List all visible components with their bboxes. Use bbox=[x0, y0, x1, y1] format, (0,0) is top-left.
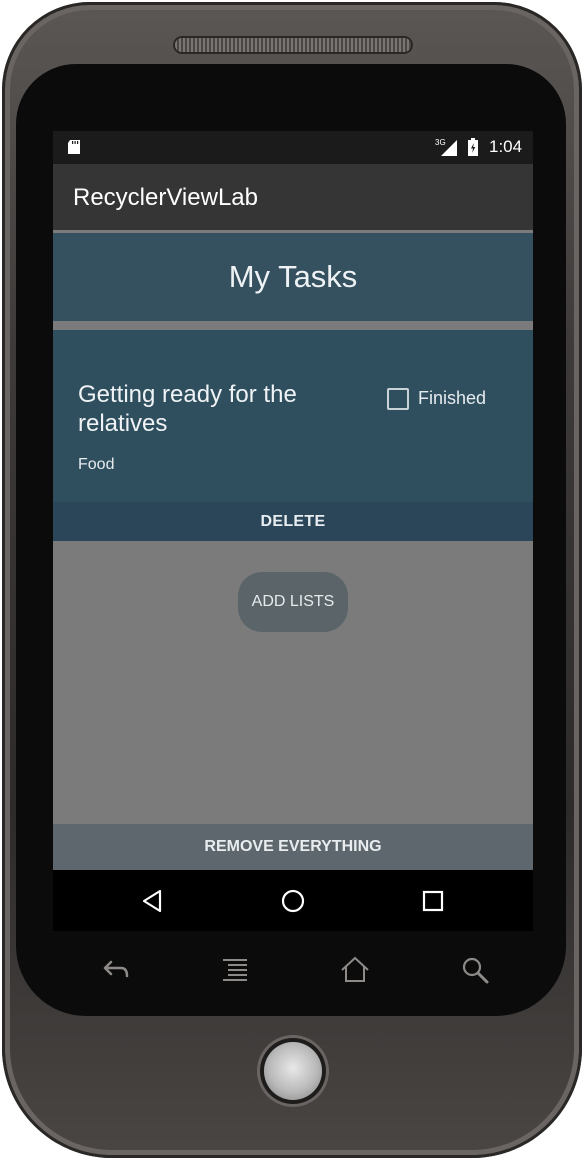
delete-button[interactable]: DELETE bbox=[53, 502, 533, 541]
menu-icon[interactable] bbox=[215, 950, 255, 990]
hardware-home-button[interactable] bbox=[264, 1042, 322, 1100]
recents-square-icon[interactable] bbox=[416, 884, 450, 918]
task-title: Getting ready for the relatives bbox=[78, 381, 297, 437]
sd-card-icon bbox=[68, 140, 80, 154]
finished-label: Finished bbox=[418, 388, 487, 408]
remove-everything-button[interactable]: REMOVE EVERYTHING bbox=[53, 824, 533, 870]
app-title: RecyclerViewLab bbox=[73, 184, 258, 211]
hardware-keys bbox=[55, 942, 535, 997]
navigation-bar bbox=[53, 870, 533, 931]
device-screen: 3G 1:04 RecyclerViewLab My Tasks Getting… bbox=[53, 131, 533, 931]
status-bar: 3G 1:04 bbox=[53, 131, 533, 164]
status-clock: 1:04 bbox=[489, 137, 523, 156]
action-bar: RecyclerViewLab bbox=[53, 164, 533, 230]
home-icon[interactable] bbox=[335, 950, 375, 990]
page-title: My Tasks bbox=[228, 259, 358, 294]
search-icon[interactable] bbox=[455, 950, 495, 990]
task-card: Getting ready for the relatives Food Fin… bbox=[53, 330, 533, 502]
home-circle-icon[interactable] bbox=[276, 884, 310, 918]
finished-checkbox[interactable] bbox=[387, 388, 409, 410]
battery-icon bbox=[468, 138, 478, 156]
network-type: 3G bbox=[435, 138, 446, 147]
list-header: My Tasks bbox=[53, 233, 533, 321]
signal-3g-icon: 3G bbox=[435, 138, 457, 156]
back-triangle-icon[interactable] bbox=[136, 884, 170, 918]
task-category: Food bbox=[78, 456, 115, 473]
speaker-grille bbox=[175, 38, 411, 52]
back-arrow-icon[interactable] bbox=[95, 950, 135, 990]
add-lists-button[interactable]: ADD LISTS bbox=[238, 572, 348, 632]
